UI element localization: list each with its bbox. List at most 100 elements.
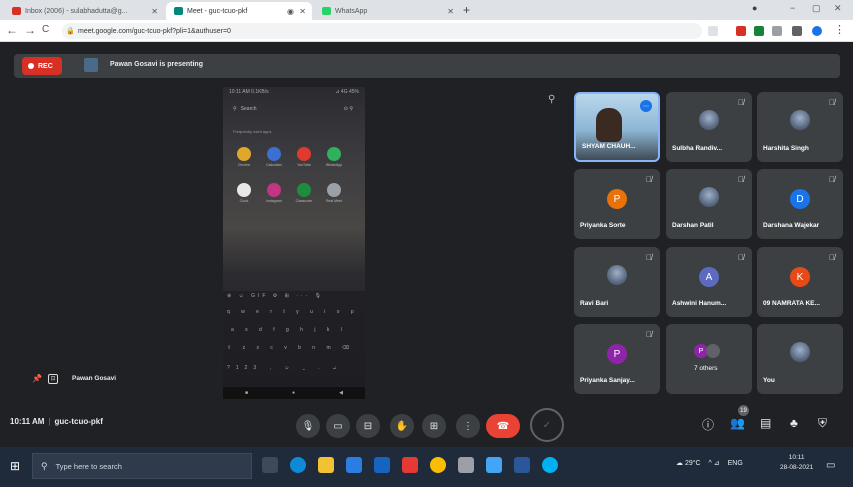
- browser-menu-icon[interactable]: ⋮: [834, 23, 845, 36]
- participant-name: Darshan Patil: [672, 222, 714, 229]
- extension-grid-icon[interactable]: [772, 26, 782, 36]
- close-tab-icon[interactable]: ✕: [151, 7, 158, 16]
- mic-off-icon: 🎙̸: [738, 175, 744, 184]
- store-icon[interactable]: [346, 457, 362, 473]
- meet-icon: [174, 7, 183, 15]
- reload-icon[interactable]: C: [42, 24, 49, 35]
- browser-toolbar: ← → C meet.google.com/guc-tcuo-pkf?pli=1…: [0, 20, 853, 42]
- end-call-button[interactable]: ☎: [486, 414, 520, 438]
- mail-icon[interactable]: [374, 457, 390, 473]
- participant-avatar: [607, 265, 627, 285]
- meeting-code[interactable]: guc-tcuo-pkf: [54, 417, 102, 426]
- task-view-icon[interactable]: [262, 457, 278, 473]
- participant-tile[interactable]: P 🎙̸ Priyanka Sanjay...: [574, 324, 660, 394]
- app-circle-icon[interactable]: [542, 457, 558, 473]
- phone-search-text: Search: [240, 106, 257, 112]
- more-options-icon[interactable]: ⋯: [640, 100, 652, 112]
- participant-tile[interactable]: ⋯ SHYAM CHAUH...: [574, 92, 660, 162]
- phone-status-left: 10:11 AM 0.1KB/s: [229, 89, 269, 95]
- shared-screen: 10:11 AM 0.1KB/s ⊿ 4G 45% ⚲ Search ⊙ ⚲ F…: [223, 87, 365, 399]
- word-icon[interactable]: [514, 457, 530, 473]
- language-indicator[interactable]: ENG: [728, 460, 743, 467]
- extensions-puzzle-icon[interactable]: [792, 26, 802, 36]
- profile-avatar-icon[interactable]: [812, 26, 822, 36]
- taskbar-search[interactable]: ⚲ Type here to search: [32, 453, 252, 479]
- back-icon[interactable]: ←: [6, 23, 18, 37]
- close-tab-icon[interactable]: ✕: [299, 7, 306, 16]
- tab-whatsapp[interactable]: WhatsApp ✕: [314, 2, 460, 20]
- phone-app-icon: [327, 183, 341, 197]
- tab-title: Inbox (2006) - sulabhadutta@g...: [25, 7, 128, 15]
- present-button[interactable]: ⊞: [422, 414, 446, 438]
- phone-app-label: Chrome: [237, 163, 251, 167]
- minimize-button[interactable]: −: [790, 3, 795, 13]
- participant-tile[interactable]: A 🎙̸ Ashwini Hanum...: [666, 247, 752, 317]
- system-tray: ☁ 29°C ^ ⊿ ENG: [676, 459, 749, 467]
- phone-app-label: WhatsApp: [325, 163, 343, 167]
- address-bar[interactable]: meet.google.com/guc-tcuo-pkf?pli=1&authu…: [62, 23, 702, 39]
- app-red-icon[interactable]: [402, 457, 418, 473]
- phone-search-actions: ⊙ ⚲: [343, 106, 353, 112]
- keyboard-row: a s d f g h j k l: [231, 327, 347, 333]
- tab-title: WhatsApp: [335, 7, 368, 15]
- pin-presentation-icon[interactable]: ⚲: [548, 94, 555, 105]
- participant-name: Ashwini Hanum...: [672, 300, 727, 307]
- phone-app-icon: [327, 147, 341, 161]
- pin-icon[interactable]: 📌: [32, 374, 42, 383]
- whatsapp-icon: [322, 7, 331, 15]
- presenter-avatar: [84, 58, 98, 72]
- captions-icon: ⊟: [363, 420, 373, 432]
- extension-check-icon[interactable]: [754, 26, 764, 36]
- close-window-button[interactable]: ✕: [834, 3, 842, 14]
- host-controls-button[interactable]: ⛨: [818, 416, 827, 431]
- meeting-details: 10:11 AM | guc-tcuo-pkf: [10, 417, 103, 426]
- settings-icon[interactable]: [458, 457, 474, 473]
- notifications-icon[interactable]: ▭: [826, 460, 835, 471]
- participant-tile[interactable]: You: [757, 324, 843, 394]
- windows-start-icon[interactable]: ⊞: [10, 459, 20, 473]
- mic-off-icon: 🎙̸: [829, 175, 835, 184]
- activities-button[interactable]: ♣: [790, 416, 798, 430]
- participant-tile[interactable]: 🎙̸ Harshita Singh: [757, 92, 843, 162]
- tab-meet[interactable]: Meet - guc-tcuo-pkf ◉ ✕: [166, 2, 312, 20]
- participant-tile[interactable]: K 🎙̸ 09 NAMRATA KE...: [757, 247, 843, 317]
- tray-icons[interactable]: ^ ⊿: [709, 460, 720, 467]
- recording-indicator: REC: [22, 57, 62, 75]
- people-button[interactable]: 👥: [730, 416, 745, 430]
- participant-tile[interactable]: 🎙̸ Sulbha Randiv...: [666, 92, 752, 162]
- close-tab-icon[interactable]: ✕: [447, 7, 454, 16]
- lock-icon[interactable]: 🔒: [66, 27, 75, 35]
- taskbar-clock[interactable]: 10:11 28-08-2021: [780, 453, 813, 473]
- file-explorer-icon[interactable]: [318, 457, 334, 473]
- tab-inbox[interactable]: Inbox (2006) - sulabhadutta@g... ✕: [4, 2, 164, 20]
- participant-tile[interactable]: 🎙̸ Ravi Bari: [574, 247, 660, 317]
- weather-widget[interactable]: ☁ 29°C: [676, 460, 701, 467]
- app-blue-icon[interactable]: [486, 457, 502, 473]
- profile-icon[interactable]: ●: [752, 3, 757, 13]
- keyboard-row: ?123 , ☺ ⎵ . ↵: [227, 365, 343, 371]
- participant-tile[interactable]: D 🎙̸ Darshana Wajekar: [757, 169, 843, 239]
- captions-button[interactable]: ⊟: [356, 414, 380, 438]
- forward-icon[interactable]: →: [24, 23, 36, 37]
- participant-avatar: A: [699, 267, 719, 287]
- windows-taskbar: ⊞ ⚲ Type here to search ☁ 29°C ^ ⊿ ENG 1…: [0, 447, 853, 487]
- new-tab-button[interactable]: +: [463, 3, 470, 17]
- more-options-button[interactable]: ⋮: [456, 414, 480, 438]
- star-icon[interactable]: [708, 26, 718, 36]
- restore-button[interactable]: ▢: [812, 3, 821, 14]
- edge-icon[interactable]: [290, 457, 306, 473]
- mic-button[interactable]: 🎙: [296, 414, 320, 438]
- chat-button[interactable]: ▤: [760, 416, 771, 430]
- present-screen-icon[interactable]: ⊡: [48, 374, 58, 384]
- camera-button[interactable]: ▭: [326, 414, 350, 438]
- url-text: meet.google.com/guc-tcuo-pkf?pli=1&authu…: [78, 27, 231, 35]
- chrome-icon[interactable]: [430, 457, 446, 473]
- participant-tile[interactable]: P7 others: [666, 324, 752, 394]
- meeting-info-button[interactable]: ⓘ: [702, 416, 714, 433]
- participant-tile[interactable]: 🎙̸ Darshan Patil: [666, 169, 752, 239]
- extension-icon[interactable]: [736, 26, 746, 36]
- participant-name: 09 NAMRATA KE...: [763, 300, 820, 307]
- raise-hand-button[interactable]: ✋: [390, 414, 414, 438]
- participant-tile[interactable]: P 🎙̸ Priyanka Sorte: [574, 169, 660, 239]
- phone-search-icon: ⚲: [233, 106, 237, 112]
